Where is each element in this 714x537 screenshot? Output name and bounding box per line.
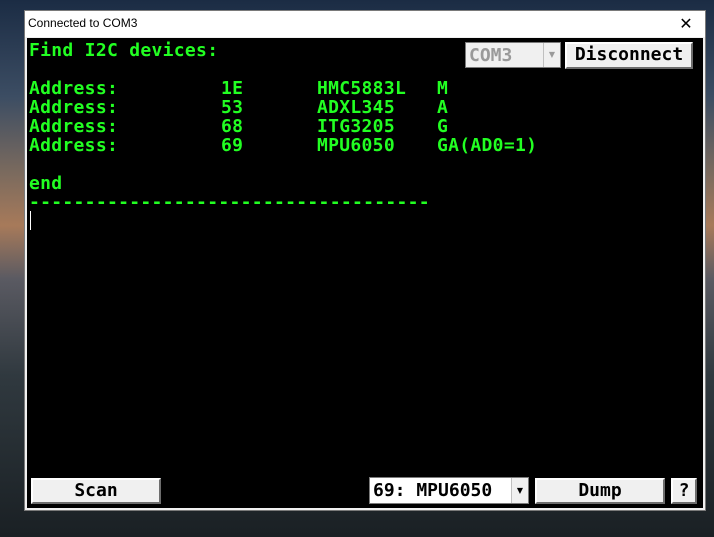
help-button[interactable]: ? [671, 478, 697, 504]
device-select[interactable]: 69: MPU6050 ▼ [369, 477, 529, 504]
row-label: Address: [29, 78, 119, 99]
serial-window: Connected to COM3 ✕ Find I2C devices: Ad… [24, 10, 706, 511]
row-address: 53 [221, 97, 244, 118]
row-type: A [437, 97, 449, 118]
terminal-heading: Find I2C devices: [29, 40, 219, 61]
row-label: Address: [29, 116, 119, 137]
row-label: Address: [29, 97, 119, 118]
row-device: ITG3205 [317, 116, 395, 137]
row-type: G [437, 116, 449, 137]
chevron-down-icon[interactable]: ▼ [543, 43, 560, 67]
row-device: MPU6050 [317, 135, 395, 156]
row-device: HMC5883L [317, 78, 407, 99]
row-device: ADXL345 [317, 97, 395, 118]
dump-button[interactable]: Dump [535, 478, 665, 504]
terminal-separator: ------------------------------------ [29, 192, 430, 213]
row-address: 68 [221, 116, 244, 137]
terminal-output[interactable]: Find I2C devices: Address: 1E HMC5883L M… [27, 38, 703, 508]
terminal-end: end [29, 173, 63, 194]
row-address: 1E [221, 78, 244, 99]
text-cursor [30, 211, 31, 230]
device-select-value: 69: MPU6050 [373, 480, 493, 501]
row-type: GA(AD0=1) [437, 135, 538, 156]
disconnect-button[interactable]: Disconnect [565, 42, 693, 69]
close-icon[interactable]: ✕ [667, 11, 705, 37]
scan-button[interactable]: Scan [31, 478, 161, 504]
row-address: 69 [221, 135, 244, 156]
port-select-value: COM3 [469, 45, 513, 66]
window-title: Connected to COM3 [28, 16, 138, 30]
row-type: M [437, 78, 449, 99]
chevron-down-icon[interactable]: ▼ [511, 478, 528, 503]
title-bar: Connected to COM3 ✕ [25, 11, 705, 37]
port-select[interactable]: COM3 ▼ [465, 42, 561, 68]
row-label: Address: [29, 135, 119, 156]
